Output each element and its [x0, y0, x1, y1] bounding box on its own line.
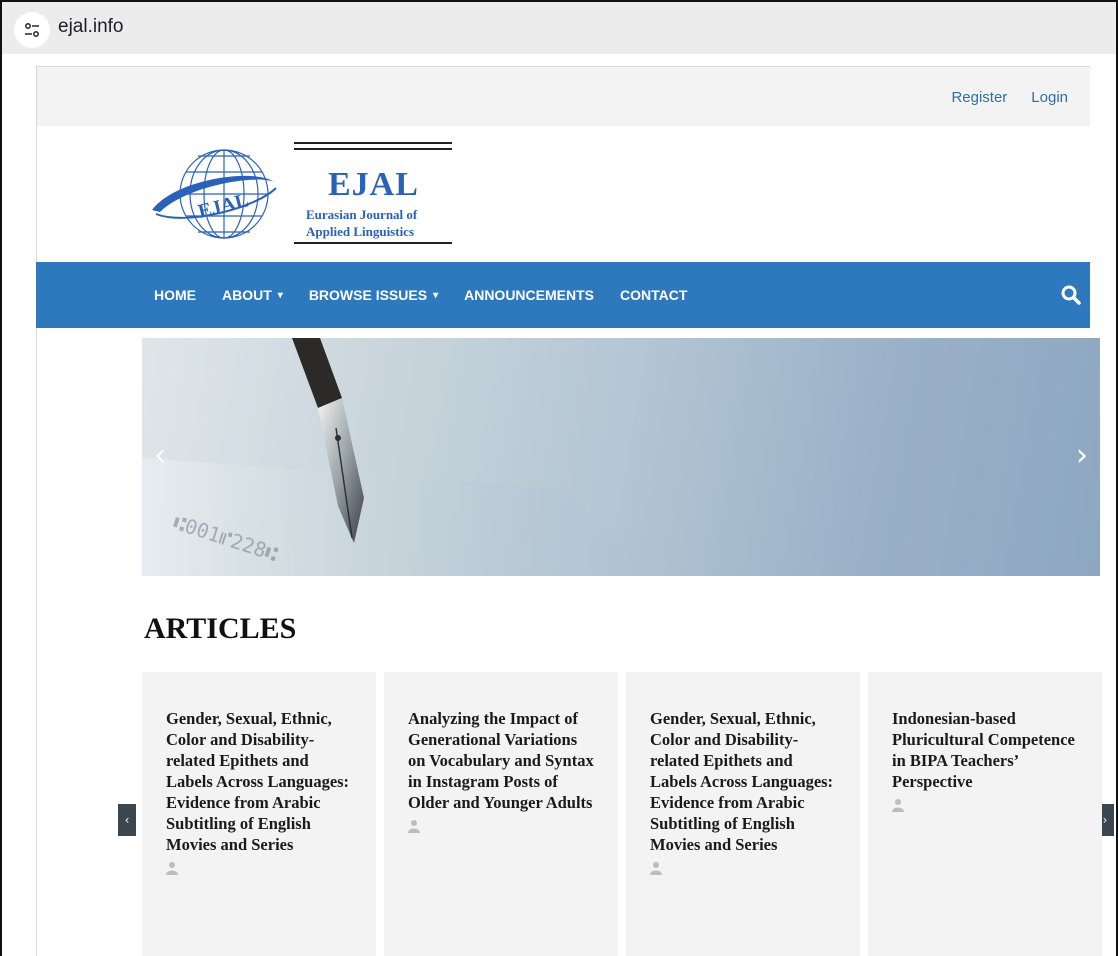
nav-menu: HOME ABOUT ▾ BROWSE ISSUES ▾ ANNOUNCEMENTS…	[154, 262, 687, 328]
register-link[interactable]: Register	[951, 89, 1007, 106]
user-icon	[166, 862, 178, 875]
logo-bottom-rule	[294, 242, 452, 244]
nav-contact-label: CONTACT	[619, 287, 688, 303]
article-card[interactable]: Indonesian-based Pluricultural Competenc…	[868, 672, 1102, 956]
journal-title: EJAL	[328, 166, 419, 203]
articles-heading: ARTICLES	[144, 612, 297, 645]
chevron-down-icon: ▾	[433, 289, 439, 301]
logo-top-rule-2	[294, 148, 452, 150]
articles-prev-button[interactable]: ‹	[118, 804, 136, 836]
article-title[interactable]: Gender, Sexual, Ethnic, Color and Disabi…	[650, 708, 838, 855]
banner-prev-arrow-icon[interactable]: ‹	[154, 438, 166, 473]
browser-address-bar[interactable]: ejal.info	[2, 2, 1116, 54]
hero-banner-carousel[interactable]: ⑆001⑈228⑆ ‹ ›	[142, 338, 1100, 576]
article-title[interactable]: Analyzing the Impact of Generational Var…	[408, 708, 596, 813]
login-link[interactable]: Login	[1031, 89, 1068, 106]
article-card[interactable]: Gender, Sexual, Ethnic, Color and Disabi…	[626, 672, 860, 956]
nav-announcements[interactable]: ANNOUNCEMENTS	[464, 287, 594, 303]
left-divider	[36, 66, 37, 956]
journal-subtitle-line1: Eurasian Journal of	[306, 207, 418, 222]
url-text[interactable]: ejal.info	[58, 16, 124, 38]
journal-subtitle-line2: Applied Linguistics	[306, 224, 415, 239]
user-icon	[892, 799, 904, 812]
user-links-bar: Register Login	[36, 66, 1090, 126]
nav-about[interactable]: ABOUT ▾	[222, 287, 283, 303]
chevron-down-icon: ▾	[277, 289, 283, 301]
banner-next-arrow-icon[interactable]: ›	[1076, 438, 1088, 473]
article-title[interactable]: Gender, Sexual, Ethnic, Color and Disabi…	[166, 708, 354, 855]
article-card[interactable]: Gender, Sexual, Ethnic, Color and Disabi…	[142, 672, 376, 956]
fountain-pen-image: ⑆001⑈228⑆	[142, 338, 662, 576]
article-title[interactable]: Indonesian-based Pluricultural Competenc…	[892, 708, 1080, 792]
nav-about-label: ABOUT	[222, 287, 272, 303]
nav-browse-issues[interactable]: BROWSE ISSUES ▾	[309, 287, 438, 303]
article-card[interactable]: Analyzing the Impact of Generational Var…	[384, 672, 618, 956]
logo-top-rule	[294, 142, 452, 144]
site-logo[interactable]: EJAL EJAL Eurasian Journal of Applied Li…	[146, 138, 456, 250]
nav-announcements-label: ANNOUNCEMENTS	[464, 287, 594, 303]
globe-logo-icon: EJAL	[152, 149, 277, 239]
site-settings-icon[interactable]	[14, 12, 50, 48]
journal-subtitle: Eurasian Journal of Applied Linguistics	[306, 206, 417, 240]
main-navigation: HOME ABOUT ▾ BROWSE ISSUES ▾ ANNOUNCEMENTS…	[36, 262, 1090, 328]
nav-home-label: HOME	[154, 287, 196, 303]
nav-home[interactable]: HOME	[154, 287, 196, 303]
user-icon	[650, 862, 662, 875]
search-icon[interactable]	[1060, 284, 1082, 306]
user-icon	[408, 820, 420, 833]
nav-contact[interactable]: CONTACT	[620, 287, 687, 303]
nav-browse-issues-label: BROWSE ISSUES	[308, 287, 428, 303]
